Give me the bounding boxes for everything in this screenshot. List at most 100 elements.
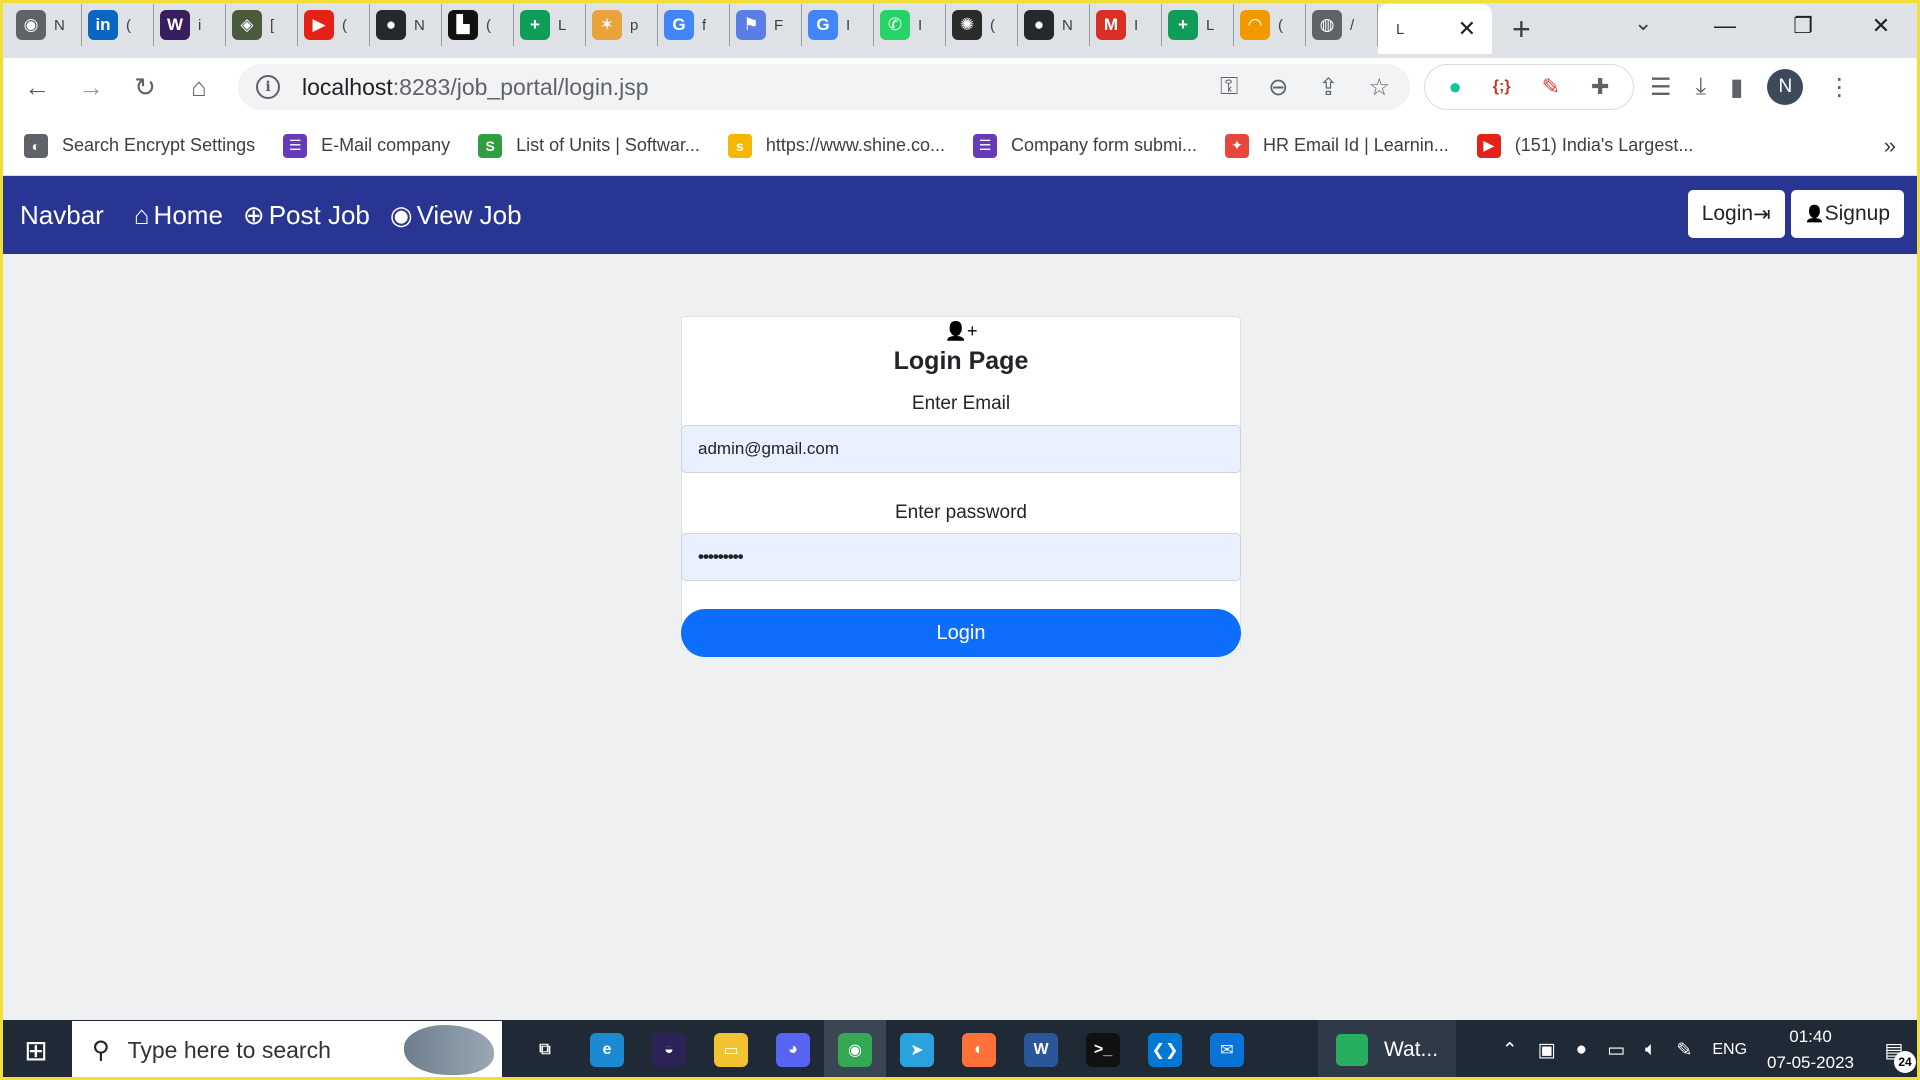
forward-button[interactable]: → — [64, 72, 118, 103]
login-nav-button[interactable]: Login ⇥ — [1687, 190, 1785, 238]
address-url[interactable]: localhost:8283/job_portal/login.jsp — [302, 74, 649, 101]
login-submit-button[interactable]: Login — [681, 609, 1241, 657]
browser-tab[interactable]: ◠( — [1234, 4, 1306, 46]
windows-start-icon[interactable]: ⊞ — [0, 1034, 72, 1067]
password-input[interactable]: ••••••••• — [681, 533, 1241, 581]
taskbar-app[interactable]: ◉ — [824, 1020, 886, 1080]
browser-tab[interactable]: ● N — [1018, 4, 1090, 46]
side-panel-icon[interactable]: ▮ — [1730, 73, 1743, 102]
nav-link-home[interactable]: ⌂ Home — [134, 200, 223, 231]
bookmark-item[interactable]: ▶ (151) India's Largest... — [1476, 133, 1693, 158]
zoom-icon[interactable]: ⊖ — [1268, 73, 1288, 102]
signup-nav-button[interactable]: 👤 Signup — [1790, 190, 1904, 238]
taskbar-app[interactable]: ◕ — [762, 1020, 824, 1080]
browser-tab-active[interactable]: L ✕ — [1378, 4, 1492, 54]
browser-tab[interactable]: Wi — [154, 4, 226, 46]
back-button[interactable]: ← — [10, 72, 64, 103]
tab-title: I — [918, 16, 923, 34]
taskbar-app[interactable]: >_ — [1072, 1020, 1134, 1080]
tab-title: [ — [270, 16, 275, 34]
vscode-icon: ❮❯ — [1148, 1033, 1182, 1067]
tab-search-chevron-icon[interactable]: ⌄ — [1634, 10, 1652, 36]
taskbar-app[interactable]: W — [1010, 1020, 1072, 1080]
grammarly-icon[interactable]: ● — [1449, 74, 1462, 100]
tab-title: L — [1206, 16, 1215, 34]
home-button[interactable]: ⌂ — [172, 72, 226, 103]
meet-icon[interactable]: ▣ — [1538, 1039, 1556, 1062]
browser-tab[interactable]: ● N — [370, 4, 442, 46]
battery-icon[interactable]: ▭ — [1607, 1039, 1625, 1062]
browser-tab[interactable]: ✺( — [946, 4, 1018, 46]
minimize-button[interactable]: — — [1686, 13, 1764, 39]
bookmark-item[interactable]: s https://www.shine.co... — [727, 133, 945, 158]
taskbar-app[interactable]: ◐ — [948, 1020, 1010, 1080]
tab-title: I — [846, 16, 851, 34]
browser-tab[interactable]: ▶( — [298, 4, 370, 46]
taskbar-search[interactable]: ⚲ Type here to search — [72, 1021, 502, 1079]
pen-icon[interactable]: ✎ — [1676, 1039, 1692, 1062]
language-indicator[interactable]: ENG — [1712, 1041, 1747, 1059]
tray-overflow-icon[interactable]: ⌃ — [1502, 1039, 1518, 1062]
nav-link-view-job[interactable]: ◉ View Job — [390, 200, 522, 231]
globe-icon: ◐ — [24, 133, 48, 158]
bookmark-item[interactable]: ☰ E-Mail company — [283, 133, 450, 158]
browser-tab[interactable]: ⚑ F — [730, 4, 802, 46]
browser-tab[interactable]: + L — [514, 4, 586, 46]
close-tab-icon[interactable]: ✕ — [1458, 16, 1476, 42]
nav-link-post-job[interactable]: ⊕ Post Job — [243, 200, 370, 231]
downloads-icon[interactable]: ⤓ — [1696, 73, 1707, 101]
extensions-group: ● {;} ✎ ✚ — [1424, 64, 1634, 110]
notification-count: 24 — [1894, 1050, 1916, 1073]
taskbar-app[interactable]: ✉ — [1196, 1020, 1258, 1080]
taskbar-app[interactable]: ➤ — [886, 1020, 948, 1080]
bookmark-star-icon[interactable]: ☆ — [1368, 73, 1390, 102]
reload-button[interactable]: ↻ — [118, 72, 172, 103]
taskbar-app[interactable]: ▭ — [700, 1020, 762, 1080]
browser-tab[interactable]: ◈[ — [226, 4, 298, 46]
taskbar-app[interactable]: ◒ — [638, 1020, 700, 1080]
profile-avatar[interactable]: N — [1767, 69, 1804, 105]
pen-extension-icon[interactable]: ✎ — [1542, 74, 1560, 100]
taskbar-app[interactable]: ⧉ — [514, 1020, 576, 1080]
bookmark-item[interactable]: ✦ HR Email Id | Learnin... — [1225, 133, 1449, 158]
browser-tab[interactable]: ▙( — [442, 4, 514, 46]
clock[interactable]: 01:40 07-05-2023 — [1767, 1024, 1854, 1076]
tab-title: ( — [126, 16, 131, 34]
tab-title: N — [1062, 16, 1073, 34]
close-window-button[interactable]: ✕ — [1842, 13, 1920, 39]
email-input[interactable]: admin@gmail.com — [681, 425, 1241, 473]
extensions-puzzle-icon[interactable]: ✚ — [1591, 74, 1609, 100]
json-extension-icon[interactable]: {;} — [1493, 78, 1511, 96]
volume-icon[interactable]: 🔈︎ — [1645, 1039, 1656, 1061]
taskbar-app[interactable]: ❮❯ — [1134, 1020, 1196, 1080]
share-icon[interactable]: ⇪ — [1318, 73, 1338, 102]
browser-tab[interactable]: ✶ p — [586, 4, 658, 46]
browser-tab[interactable]: GI — [802, 4, 874, 46]
notification-center-icon[interactable]: ▤ 24 — [1868, 1038, 1920, 1073]
browser-tab[interactable]: ✆ I — [874, 4, 946, 46]
bookmark-item[interactable]: ☰ Company form submi... — [972, 133, 1197, 158]
bookmarks-overflow-button[interactable]: » — [1884, 133, 1896, 159]
navbar-brand[interactable]: Navbar — [20, 200, 104, 231]
taskbar-window-whatsapp[interactable]: Wat... — [1318, 1020, 1457, 1080]
reading-list-icon[interactable]: ☰ — [1650, 73, 1672, 102]
browser-tab[interactable]: ◉ N — [10, 4, 82, 46]
browser-tab[interactable]: in ( — [82, 4, 154, 46]
browser-tab[interactable]: Gf — [658, 4, 730, 46]
browser-tab[interactable]: MI — [1090, 4, 1162, 46]
restore-button[interactable]: ❐ — [1764, 13, 1842, 39]
browser-tab[interactable]: ◍ / — [1306, 4, 1378, 46]
site-info-icon[interactable]: i — [256, 75, 280, 99]
new-tab-button[interactable]: + — [1512, 11, 1531, 48]
browser-tab[interactable]: + L — [1162, 4, 1234, 46]
bookmark-item[interactable]: S List of Units | Softwar... — [478, 133, 700, 158]
browser-menu-icon[interactable]: ⋮ — [1827, 73, 1851, 102]
bookmark-item[interactable]: ◐ Search Encrypt Settings — [24, 133, 255, 158]
address-bar[interactable]: i localhost:8283/job_portal/login.jsp ⚿ … — [238, 64, 1410, 110]
tab-title: I — [1134, 16, 1139, 34]
taskbar-app[interactable]: e — [576, 1020, 638, 1080]
whatsapp-icon: ✆ — [880, 10, 910, 40]
key-icon[interactable]: ⚿ — [1220, 73, 1238, 102]
bookmark-list: ◐ Search Encrypt Settings ☰ E-Mail company S… — [24, 133, 1721, 158]
microphone-icon[interactable]: ● — [1576, 1039, 1587, 1061]
